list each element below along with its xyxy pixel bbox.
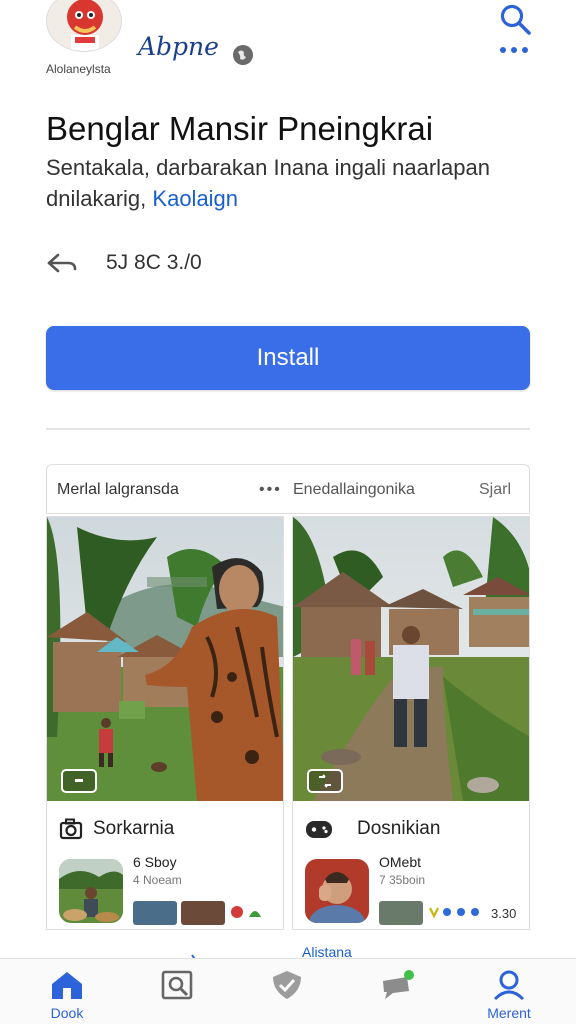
gamepad-icon — [306, 821, 332, 838]
app-description-text: Sentakala, darbarakan Inana ingali naarl… — [46, 155, 490, 211]
content-tile[interactable]: Sorkarnia 6 Sboy 4 Noeam — [46, 516, 284, 930]
nav-label: Dook — [50, 1005, 84, 1021]
tile-title: Sorkarnia — [93, 818, 175, 839]
brand-wordmark: Abpne — [138, 32, 219, 61]
nav-item-security[interactable] — [252, 969, 322, 1021]
camera-icon — [59, 818, 83, 840]
preview-thumb[interactable] — [379, 901, 423, 925]
more-options-icon[interactable] — [498, 42, 530, 53]
section-more-icon[interactable]: ••• — [259, 481, 282, 499]
tile-title-row: Dosnikian — [305, 817, 440, 841]
section-action[interactable]: Sjarl — [479, 481, 511, 499]
tile-thumbnail[interactable] — [59, 859, 123, 923]
developer-logo[interactable] — [46, 0, 122, 52]
tile-preview-strip: 3.30 — [379, 901, 516, 925]
home-icon — [52, 972, 82, 999]
tile-title: Dosnikian — [357, 818, 441, 839]
search-icon[interactable] — [498, 2, 532, 36]
tile-meta-secondary: 7 35boin — [379, 873, 426, 887]
app-title: Benglar Mansir Pneingkrai — [46, 110, 434, 147]
preview-thumb[interactable] — [133, 901, 177, 925]
nav-label: Merent — [487, 1005, 531, 1021]
nav-label — [362, 1005, 432, 1021]
tile-meta-primary: 6 Sboy — [133, 854, 177, 870]
rating-value: 3.30 — [491, 905, 517, 921]
tile-preview-strip — [133, 901, 265, 925]
video-badge-icon[interactable] — [61, 769, 97, 793]
app-description-link[interactable]: Kaolaign — [152, 186, 238, 211]
app-description: Sentakala, darbarakan Inana ingali naarl… — [46, 152, 546, 214]
app-stats: 5J 8C 3./0 — [46, 248, 202, 278]
tile-photo[interactable] — [293, 517, 529, 801]
tile-photo[interactable] — [47, 517, 283, 801]
share-icon[interactable] — [46, 250, 78, 276]
nav-item-home[interactable]: Dook — [32, 969, 102, 1021]
nav-item-messages[interactable] — [362, 969, 432, 1021]
shield-check-icon — [273, 971, 301, 999]
preview-thumb[interactable] — [181, 901, 225, 925]
nav-item-search[interactable] — [142, 969, 212, 1021]
chat-icon — [383, 970, 414, 999]
search-list-icon — [161, 970, 193, 1000]
stats-text: 5J 8C 3./0 — [106, 251, 202, 274]
reaction-icons — [427, 905, 485, 922]
person-icon — [493, 970, 525, 1001]
divider — [46, 428, 530, 430]
install-button[interactable]: Install — [46, 326, 530, 390]
globe-icon[interactable] — [232, 44, 254, 66]
reaction-icons — [229, 903, 265, 924]
nav-label — [142, 1005, 212, 1021]
tile-thumbnail[interactable] — [305, 859, 369, 923]
content-tile[interactable]: Dosnikian OMebt 7 35boin 3.30 — [292, 516, 530, 930]
section-header: Merlal lalgransda ••• Enedallaingonika S… — [46, 464, 530, 514]
section-title: Merlal lalgransda — [57, 481, 179, 498]
bottom-navigation: Dook Merent — [0, 958, 576, 1024]
tile-meta-primary: OMebt — [379, 854, 422, 870]
nav-label — [252, 1005, 322, 1021]
app-header: Alolaneylsta Abpne — [0, 0, 576, 90]
nav-item-profile[interactable]: Merent — [474, 969, 544, 1021]
section-subtitle[interactable]: Enedallaingonika — [293, 481, 415, 499]
video-badge-icon[interactable] — [307, 769, 343, 793]
tile-meta-secondary: 4 Noeam — [133, 873, 182, 887]
developer-name[interactable]: Alolaneylsta — [46, 62, 111, 76]
tile-title-row: Sorkarnia — [59, 817, 174, 841]
